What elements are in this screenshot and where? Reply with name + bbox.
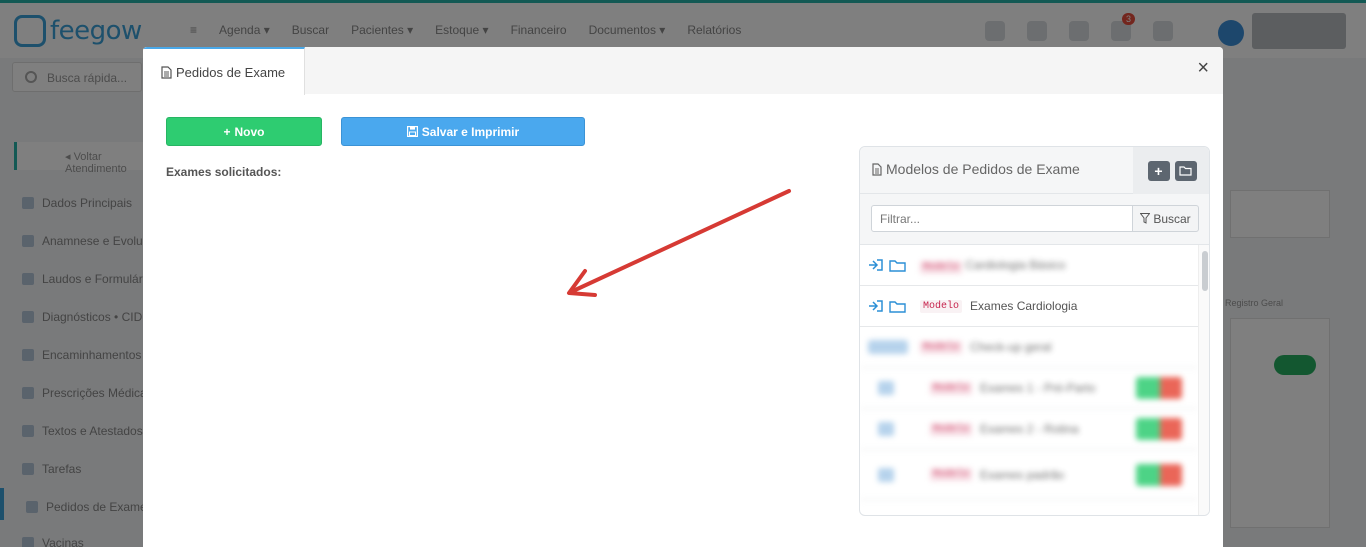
row-actions: [868, 258, 912, 272]
template-badge: Modelo: [930, 422, 973, 436]
save-icon: [406, 126, 418, 137]
row-actions: [868, 340, 912, 354]
panel-title: Modelos de Pedidos de Exame: [872, 161, 1080, 177]
close-button[interactable]: ×: [1197, 58, 1209, 78]
folder-icon[interactable]: [889, 259, 906, 272]
tab-pedidos-de-exame[interactable]: Pedidos de Exame: [143, 47, 305, 95]
doc-icon[interactable]: [878, 467, 894, 482]
row-actions: [878, 381, 922, 395]
save-and-print-label: Salvar e Imprimir: [421, 124, 520, 139]
delete-button[interactable]: [1160, 377, 1182, 399]
delete-button[interactable]: [1160, 463, 1182, 486]
delete-button[interactable]: [1160, 418, 1182, 440]
template-name: Exames Cardiologia: [970, 299, 1078, 313]
template-row[interactable]: Modelo Exames padrão: [860, 450, 1198, 500]
filter-input[interactable]: [871, 205, 1133, 232]
plus-icon: +: [223, 124, 231, 139]
requested-exams-label: Exames solicitados:: [166, 165, 282, 179]
save-and-print-button[interactable]: Salvar e Imprimir: [341, 117, 585, 146]
template-name: Exames 2 - Rotina: [980, 422, 1079, 436]
doc-icon[interactable]: [878, 422, 894, 436]
novo-label: Novo: [234, 124, 265, 139]
exam-orders-modal: Pedidos de Exame × + Novo Salvar e Impri…: [143, 47, 1223, 547]
row-actions: [878, 467, 922, 482]
template-badge: Modelo: [920, 299, 963, 313]
tab-label: Pedidos de Exame: [176, 64, 286, 80]
row-actions: [868, 299, 912, 313]
template-row[interactable]: Modelo Exames 2 - Rotina: [860, 409, 1198, 450]
template-row[interactable]: Modelo Exames 1 - Pré-Parto: [860, 368, 1198, 409]
expand-icon[interactable]: [868, 340, 908, 354]
insert-icon[interactable]: [868, 299, 886, 313]
exam-templates-panel: Modelos de Pedidos de Exame + Buscar: [859, 146, 1210, 516]
search-button-label: Buscar: [1153, 211, 1191, 226]
modal-header: Pedidos de Exame ×: [143, 47, 1223, 95]
template-name: Exames padrão: [980, 467, 1065, 482]
template-badge: Modelo: [920, 340, 963, 354]
panel-tools: +: [1133, 147, 1209, 194]
template-name: Exames 1 - Pré-Parto: [980, 381, 1096, 395]
panel-header: Modelos de Pedidos de Exame +: [860, 147, 1209, 194]
row-buttons: [1136, 418, 1182, 440]
row-content: Modelo Cardiologia Básico: [920, 257, 1066, 274]
row-buttons: [1136, 377, 1182, 399]
add-folder-button[interactable]: [1174, 160, 1197, 181]
row-actions: [878, 422, 922, 436]
panel-title-text: Modelos de Pedidos de Exame: [886, 161, 1080, 177]
doc-icon[interactable]: [878, 381, 894, 395]
apply-button[interactable]: [1136, 377, 1160, 399]
list-scrollbar[interactable]: [1198, 245, 1209, 515]
template-row[interactable]: Modelo Cardiologia Básico: [860, 245, 1198, 286]
file-icon: [872, 162, 882, 176]
filter-bar: Buscar: [860, 194, 1209, 245]
apply-button[interactable]: [1136, 418, 1160, 440]
search-button[interactable]: Buscar: [1132, 205, 1199, 232]
template-row[interactable]: Modelo Exames Cardiologia: [860, 286, 1198, 327]
folder-icon: [1179, 165, 1192, 176]
template-name: Cardiologia Básico: [965, 257, 1066, 272]
annotation-arrow-icon: [567, 189, 791, 297]
add-template-button[interactable]: +: [1147, 160, 1170, 181]
template-badge: Modelo: [930, 468, 973, 481]
templates-list: Modelo Cardiologia Básico Modelo Exames …: [860, 245, 1198, 515]
insert-icon[interactable]: [868, 258, 886, 272]
file-icon: [161, 65, 172, 79]
row-buttons: [1136, 463, 1182, 486]
template-name: Check-up geral: [970, 340, 1052, 354]
filter-icon: [1140, 213, 1151, 224]
template-badge: Modelo: [930, 381, 973, 395]
template-badge: Modelo: [920, 260, 963, 274]
folder-icon[interactable]: [889, 300, 906, 313]
scrollbar-thumb[interactable]: [1202, 251, 1208, 291]
template-row[interactable]: Modelo Check-up geral: [860, 327, 1198, 368]
novo-button[interactable]: + Novo: [166, 117, 322, 146]
apply-button[interactable]: [1136, 463, 1160, 486]
